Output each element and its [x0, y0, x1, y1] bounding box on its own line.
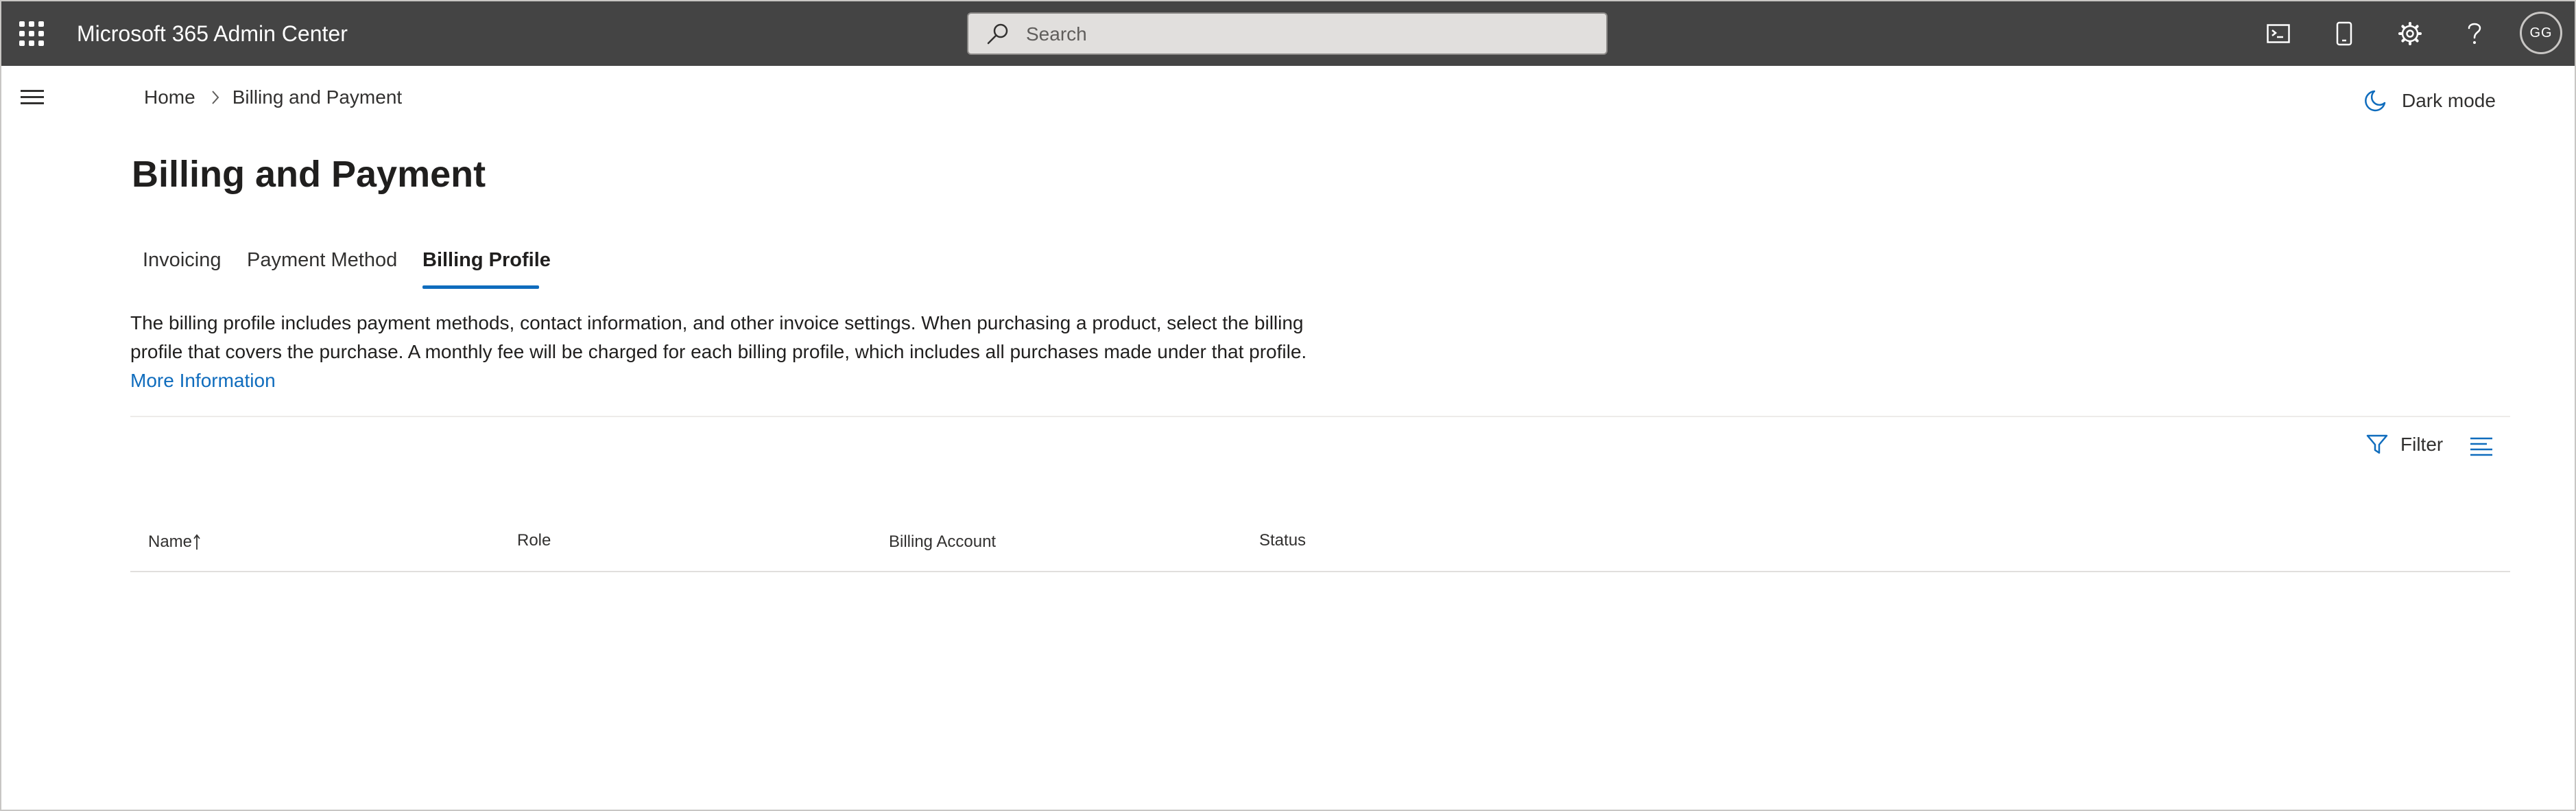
active-tab-indicator [422, 285, 539, 289]
mobile-icon[interactable] [2326, 16, 2362, 51]
search-box[interactable] [967, 12, 1608, 55]
tab-invoicing[interactable]: Invoicing [143, 246, 221, 274]
terminal-icon[interactable] [2261, 16, 2296, 51]
column-header-role[interactable]: Role [517, 527, 551, 554]
tab-payment-method[interactable]: Payment Method [247, 246, 397, 274]
billing-profile-table-header: Name Role Billing Account Status [130, 527, 2510, 572]
dark-mode-toggle[interactable]: Dark mode [2363, 89, 2496, 113]
filter-icon [2366, 434, 2388, 456]
column-label-name: Name [148, 532, 193, 551]
moon-icon [2363, 89, 2387, 113]
hamburger-icon[interactable] [21, 90, 44, 105]
breadcrumb-home[interactable]: Home [144, 85, 195, 110]
top-bar: Microsoft 365 Admin Center Search GG [1, 1, 2575, 66]
column-header-status[interactable]: Status [1259, 527, 1306, 554]
filter-button[interactable]: Filter [2366, 434, 2443, 456]
app-launcher-icon[interactable] [19, 21, 44, 46]
billing-profile-description: The billing profile includes payment met… [130, 309, 1365, 366]
page-title: Billing and Payment [132, 154, 486, 195]
more-information-link[interactable]: More Information [130, 367, 276, 395]
column-header-billing-account[interactable]: Billing Account [889, 528, 996, 556]
sort-ascending-icon [193, 533, 201, 551]
column-header-name[interactable]: Name [148, 528, 201, 556]
help-icon[interactable] [2457, 16, 2492, 51]
breadcrumb-current: Billing and Payment [232, 86, 403, 108]
description-line-2: profile that covers the purchase. A mont… [130, 341, 1307, 362]
tab-billing-profile[interactable]: Billing Profile [422, 246, 551, 274]
search-input[interactable] [1025, 14, 1590, 55]
search-icon [986, 23, 1010, 49]
admin-window: Microsoft 365 Admin Center Search GG Hom… [0, 0, 2576, 811]
gear-icon[interactable] [2392, 16, 2428, 51]
view-options-icon[interactable] [2469, 435, 2494, 460]
section-divider [130, 416, 2510, 417]
avatar[interactable]: GG [2520, 12, 2562, 54]
dark-mode-label: Dark mode [2402, 90, 2496, 111]
filter-label: Filter [2400, 434, 2444, 455]
app-title: Microsoft 365 Admin Center [77, 21, 348, 46]
breadcrumb: Home Billing and Payment [144, 85, 402, 110]
chevron-right-icon [211, 90, 220, 105]
description-line-1: The billing profile includes payment met… [130, 312, 1304, 333]
